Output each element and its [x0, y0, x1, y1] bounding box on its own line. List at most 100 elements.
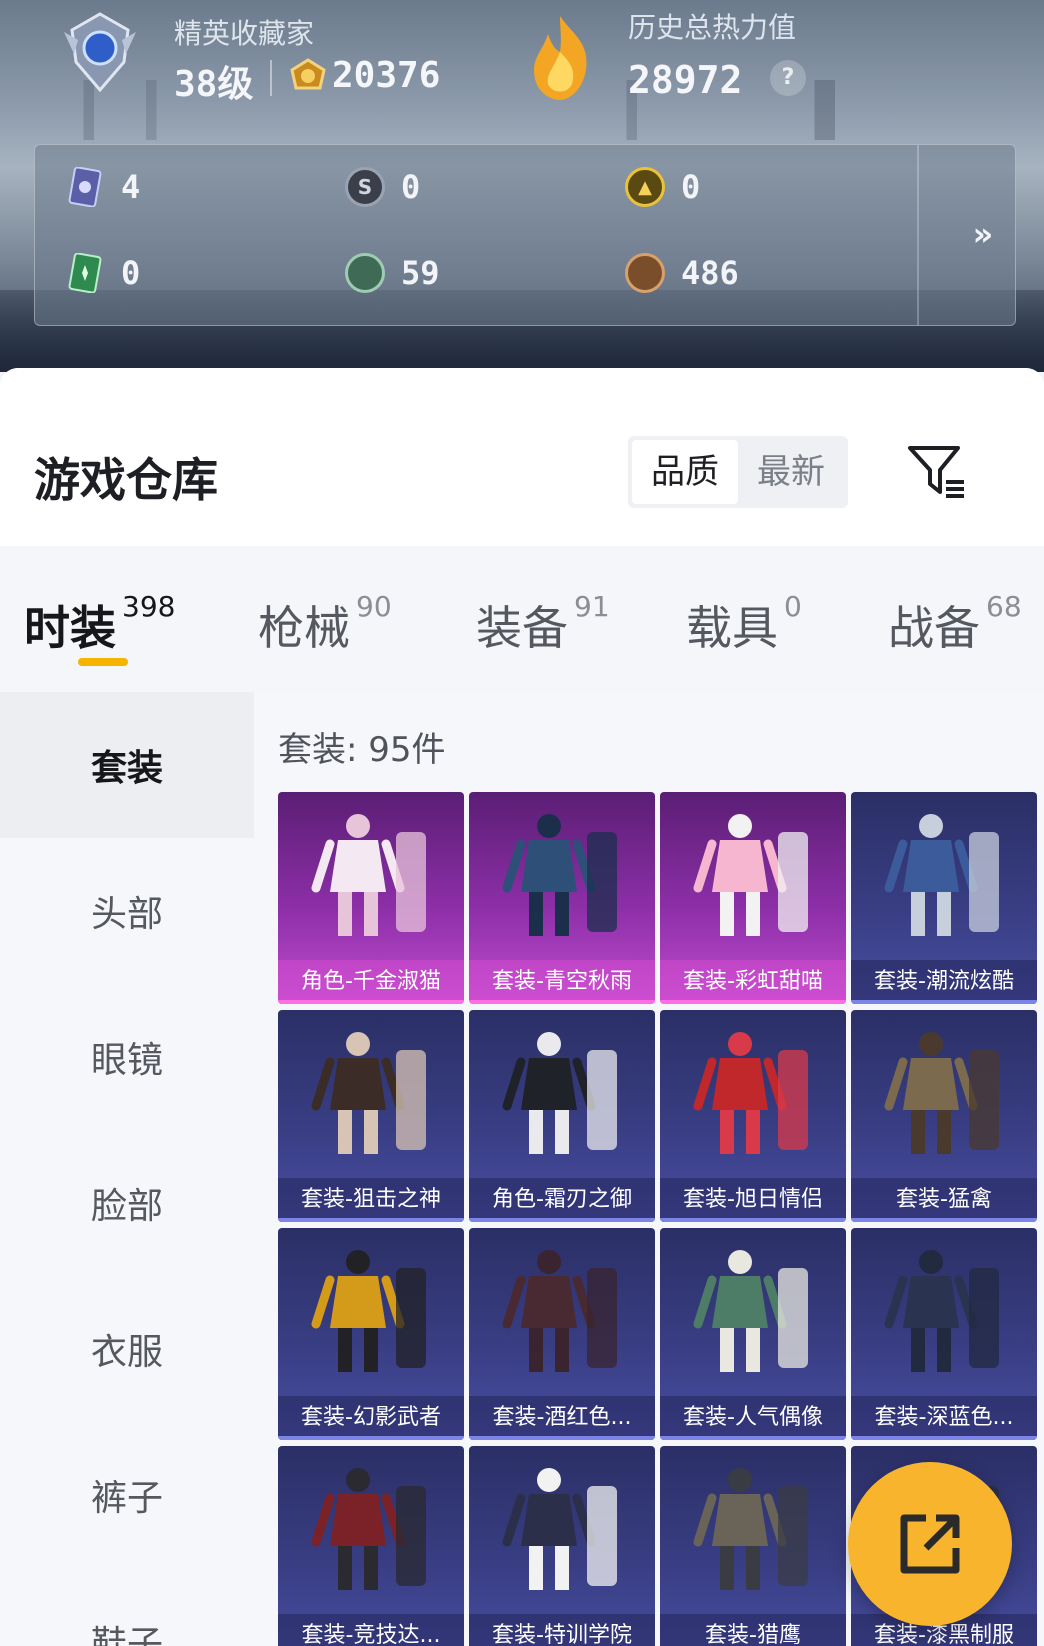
outfit-thumbnail-icon	[311, 1468, 426, 1590]
item-tile[interactable]: 套装-青空秋雨	[469, 792, 655, 1004]
rarity-stripe	[469, 1000, 655, 1004]
rarity-stripe	[660, 1436, 846, 1440]
item-tile[interactable]: 套装-人气偶像	[660, 1228, 846, 1440]
sidebar-item-shoes[interactable]: 鞋子	[0, 1568, 254, 1646]
suit-count: 套装: 95件	[278, 730, 446, 770]
tab-fashion[interactable]: 时装 398	[24, 590, 175, 658]
item-name: 套装-旭日情侣	[660, 1178, 846, 1222]
more-arrow-icon[interactable]: »	[953, 215, 1013, 255]
heat-value: 28972	[628, 58, 743, 102]
rarity-stripe	[851, 1436, 1037, 1440]
warehouse-card: 游戏仓库 品质 最新 时装 398 枪械 90 装备 91 载具 0 战备 68…	[0, 368, 1044, 1646]
flame-icon	[534, 16, 587, 100]
sidebar-item-head[interactable]: 头部	[0, 838, 254, 984]
coin-value: 20376	[332, 55, 441, 96]
tab-vehicles[interactable]: 载具 0	[686, 590, 802, 658]
item-tile[interactable]: 套装-狙击之神	[278, 1010, 464, 1222]
outfit-thumbnail-icon	[502, 1032, 617, 1154]
item-name: 角色-千金淑猫	[278, 960, 464, 1004]
item-tile[interactable]: 套装-竞技达...	[278, 1446, 464, 1646]
currency-panel[interactable]: 4 S 0 ▲ 0 0 59 486 »	[34, 144, 1016, 326]
tab-supplies[interactable]: 战备 68	[888, 590, 1022, 658]
item-name: 套装-狙击之神	[278, 1178, 464, 1222]
item-name: 套装-青空秋雨	[469, 960, 655, 1004]
item-tile[interactable]: 套装-旭日情侣	[660, 1010, 846, 1222]
rarity-stripe	[660, 1000, 846, 1004]
outfit-thumbnail-icon	[502, 814, 617, 936]
sidebar-item-clothes[interactable]: 衣服	[0, 1276, 254, 1422]
active-tab-indicator	[78, 658, 128, 666]
outfit-thumbnail-icon	[884, 814, 999, 936]
outfit-thumbnail-icon	[693, 1468, 808, 1590]
category-tabs: 时装 398 枪械 90 装备 91 载具 0 战备 68	[0, 546, 1044, 692]
rarity-stripe	[278, 1436, 464, 1440]
rarity-stripe	[469, 1436, 655, 1440]
item-tile[interactable]: 套装-酒红色...	[469, 1228, 655, 1440]
tab-guns[interactable]: 枪械 90	[258, 590, 392, 658]
outfit-thumbnail-icon	[693, 1250, 808, 1372]
item-tile[interactable]: 套装-猎鹰	[660, 1446, 846, 1646]
outfit-thumbnail-icon	[311, 1032, 426, 1154]
outfit-thumbnail-icon	[311, 814, 426, 936]
stat-silver-coin: S 0	[345, 167, 420, 207]
rarity-stripe	[278, 1218, 464, 1222]
item-name: 套装-特训学院	[469, 1614, 655, 1646]
outfit-thumbnail-icon	[502, 1250, 617, 1372]
stat-gold-coin: ▲ 0	[625, 167, 700, 207]
item-tile[interactable]: 套装-幻影武者	[278, 1228, 464, 1440]
share-button[interactable]	[848, 1462, 1012, 1626]
help-icon[interactable]: ?	[770, 60, 806, 96]
sort-toggle: 品质 最新	[628, 436, 848, 508]
warehouse-header: 游戏仓库 品质 最新	[0, 368, 1044, 546]
sidebar-item-glasses[interactable]: 眼镜	[0, 984, 254, 1130]
outfit-thumbnail-icon	[693, 814, 808, 936]
item-name: 套装-幻影武者	[278, 1396, 464, 1440]
external-link-icon	[900, 1514, 960, 1574]
item-tile[interactable]: 套装-彩虹甜喵	[660, 792, 846, 1004]
rarity-stripe	[278, 1000, 464, 1004]
item-name: 套装-彩虹甜喵	[660, 960, 846, 1004]
heat-title: 历史总热力值	[628, 11, 797, 44]
item-tile[interactable]: 套装-猛禽	[851, 1010, 1037, 1222]
item-tile[interactable]: 套装-特训学院	[469, 1446, 655, 1646]
rarity-stripe	[851, 1218, 1037, 1222]
sidebar-item-face[interactable]: 脸部	[0, 1130, 254, 1276]
page-title: 游戏仓库	[34, 453, 218, 507]
item-name: 套装-猎鹰	[660, 1614, 846, 1646]
sidebar-item-suits[interactable]: 套装	[0, 692, 254, 838]
divider	[270, 60, 272, 96]
filter-icon[interactable]	[906, 444, 966, 500]
item-name: 套装-潮流炫酷	[851, 960, 1037, 1004]
sort-newest-button[interactable]: 最新	[738, 440, 844, 504]
sort-quality-button[interactable]: 品质	[632, 440, 738, 504]
rarity-stripe	[851, 1000, 1037, 1004]
item-name: 套装-竞技达...	[278, 1614, 464, 1646]
outfit-thumbnail-icon	[693, 1032, 808, 1154]
item-tile[interactable]: 套装-深蓝色...	[851, 1228, 1037, 1440]
item-name: 套装-深蓝色...	[851, 1396, 1037, 1440]
stat-green-card: 0	[65, 253, 140, 293]
item-tile[interactable]: 角色-霜刃之御	[469, 1010, 655, 1222]
tab-equipment[interactable]: 装备 91	[476, 590, 610, 658]
silver-coin-icon: S	[345, 167, 385, 207]
outfit-thumbnail-icon	[311, 1250, 426, 1372]
sidebar-item-pants[interactable]: 裤子	[0, 1422, 254, 1568]
item-name: 套装-酒红色...	[469, 1396, 655, 1440]
item-name: 角色-霜刃之御	[469, 1178, 655, 1222]
profile-banner: 精英收藏家 38级 20376 历史总热力值 28972 ? 4 S 0 ▲ 0	[0, 0, 1044, 372]
rarity-stripe	[660, 1218, 846, 1222]
item-name: 套装-人气偶像	[660, 1396, 846, 1440]
green-token-icon	[345, 253, 385, 293]
stat-card-ticket: 4	[65, 167, 140, 207]
rank-level: 38级	[174, 64, 254, 105]
gold-coin-icon: ▲	[625, 167, 665, 207]
rarity-stripe	[469, 1218, 655, 1222]
card-ticket-icon	[65, 167, 105, 207]
item-tile[interactable]: 角色-千金淑猫	[278, 792, 464, 1004]
item-name: 套装-猛禽	[851, 1178, 1037, 1222]
stat-bronze-token: 486	[625, 253, 739, 293]
item-tile[interactable]: 套装-潮流炫酷	[851, 792, 1037, 1004]
outfit-thumbnail-icon	[884, 1250, 999, 1372]
rank-coin-icon	[290, 58, 326, 90]
outfit-thumbnail-icon	[502, 1468, 617, 1590]
